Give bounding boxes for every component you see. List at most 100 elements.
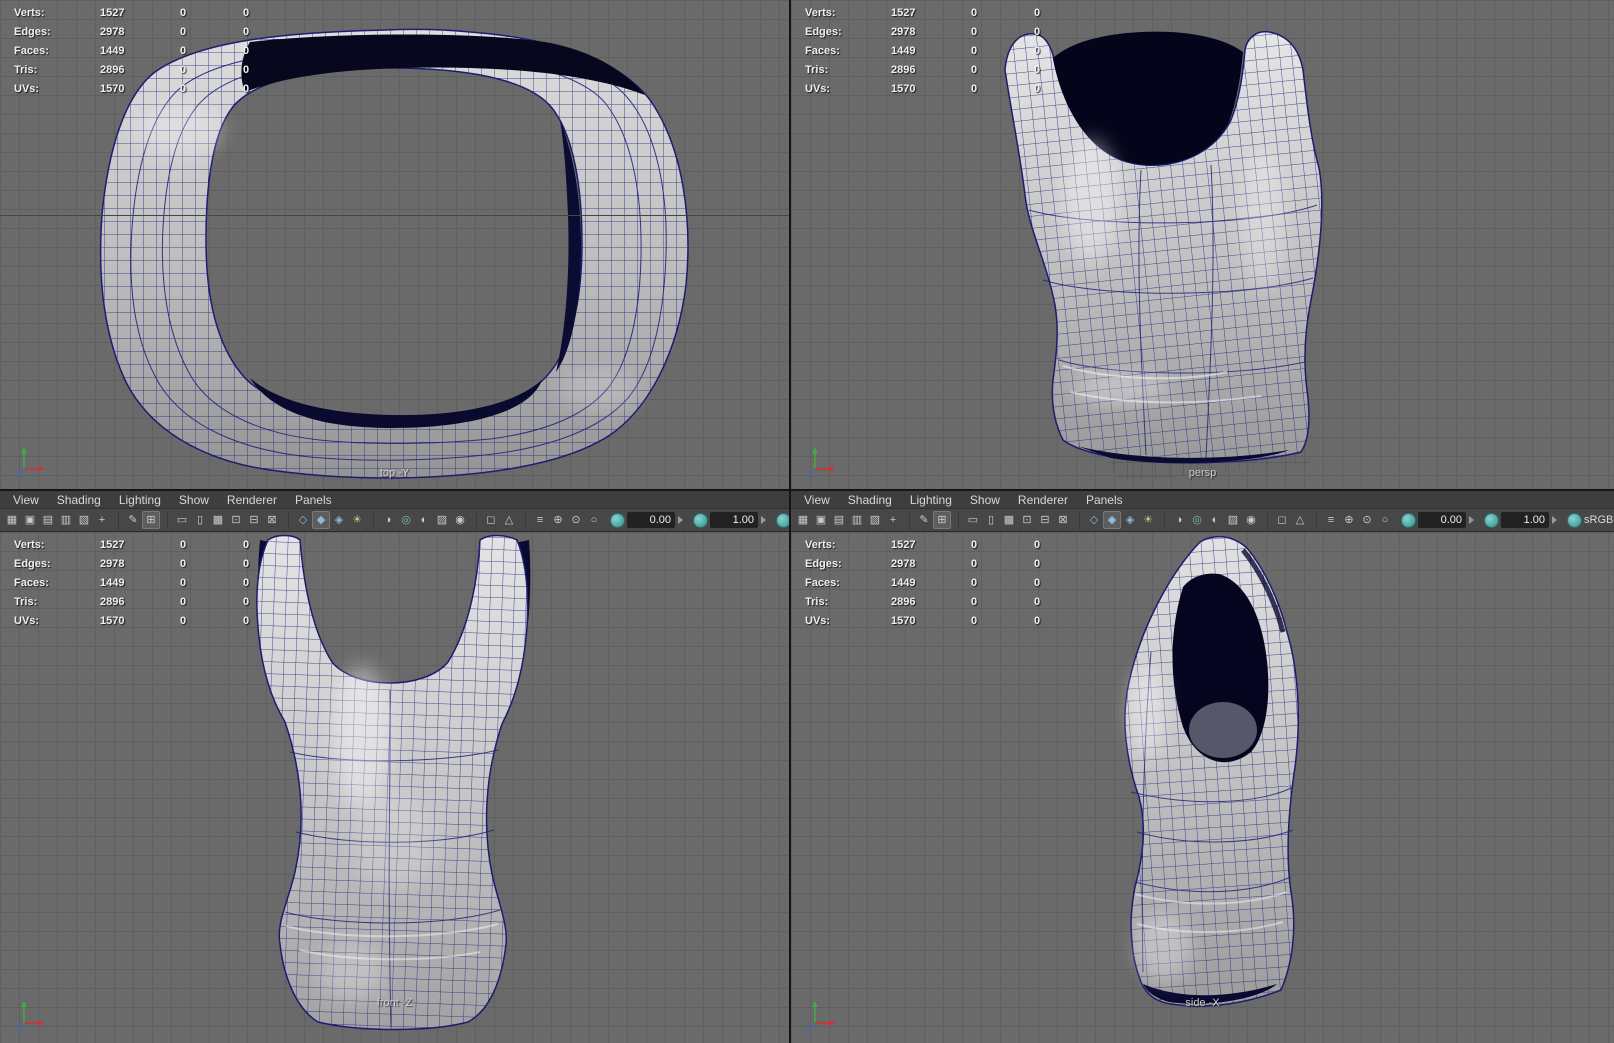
image-plane-icon[interactable]: ▧ xyxy=(75,511,93,529)
menu-item[interactable]: Renderer xyxy=(1009,492,1077,508)
exposure-stepper-icon[interactable] xyxy=(678,516,683,524)
select-camera-icon[interactable]: ▦ xyxy=(3,511,21,529)
view-transform-icon[interactable] xyxy=(777,513,789,527)
gamma-field[interactable]: 1.00 xyxy=(1501,512,1549,528)
film-gate-icon[interactable]: ▭ xyxy=(958,511,982,529)
isolate-select-icon[interactable]: ◻ xyxy=(476,511,500,529)
highlight-selection-icon[interactable]: ○ xyxy=(1376,511,1394,529)
menu-item[interactable]: Show xyxy=(170,492,218,508)
viewport-canvas-front[interactable]: Verts: 1527 0 0 Edges: 2978 0 0 Faces: 1… xyxy=(0,532,789,1043)
bookmarks-icon[interactable]: ▥ xyxy=(848,511,866,529)
resolution-gate-icon[interactable]: ▯ xyxy=(191,511,209,529)
viewport-canvas-top[interactable]: Verts: 1527 0 0 Edges: 2978 0 0 Faces: 1… xyxy=(0,0,789,489)
shaded-icon[interactable]: ◆ xyxy=(312,511,330,529)
exposure-icon[interactable] xyxy=(1402,513,1415,527)
safe-title-icon[interactable]: ⊠ xyxy=(263,511,281,529)
resolution-gate-icon[interactable]: ▯ xyxy=(982,511,1000,529)
bookmarks-icon[interactable]: ▥ xyxy=(57,511,75,529)
exposure-field[interactable]: 0.00 xyxy=(627,512,675,528)
hud-stat-component: 0 xyxy=(243,44,250,57)
motion-blur-icon[interactable]: ◐ xyxy=(1206,511,1224,529)
depth-of-field-icon[interactable]: ◉ xyxy=(1242,511,1260,529)
wireframe-icon[interactable]: ◇ xyxy=(1079,511,1103,529)
hud-stat-label: Verts: xyxy=(805,6,836,19)
exposure-field[interactable]: 0.00 xyxy=(1418,512,1466,528)
hud-stat-label: UVs: xyxy=(805,614,831,627)
x-ray-icon[interactable]: △ xyxy=(1291,511,1309,529)
image-plane-icon[interactable]: ▧ xyxy=(866,511,884,529)
menu-item[interactable]: Renderer xyxy=(218,492,286,508)
highlight-selection-icon[interactable]: ○ xyxy=(585,511,603,529)
menu-item[interactable]: Shading xyxy=(48,492,110,508)
lock-camera-icon[interactable]: ▣ xyxy=(21,511,39,529)
isolate-select-icon[interactable]: ◻ xyxy=(1267,511,1291,529)
frame-selection-icon[interactable]: ⊙ xyxy=(567,511,585,529)
gamma-stepper-icon[interactable] xyxy=(1552,516,1557,524)
gamma-stepper-icon[interactable] xyxy=(761,516,766,524)
hud-stat-total: 1527 xyxy=(891,538,916,551)
grid-icon[interactable]: ⊞ xyxy=(142,511,160,529)
hud-stat-selected: 0 xyxy=(971,538,978,551)
hud-row: Tris: 2896 0 0 xyxy=(805,592,1074,611)
menu-item[interactable]: Lighting xyxy=(901,492,961,508)
viewport-side[interactable]: View Shading Lighting Show Renderer Panels ▦ ▣… xyxy=(791,491,1614,1043)
textured-icon[interactable]: ◈ xyxy=(330,511,348,529)
camera-attributes-icon[interactable]: ▤ xyxy=(830,511,848,529)
lock-camera-icon[interactable]: ▣ xyxy=(812,511,830,529)
menu-item[interactable]: View xyxy=(4,492,48,508)
multisample-aa-icon[interactable]: ▨ xyxy=(1224,511,1242,529)
safe-action-icon[interactable]: ⊟ xyxy=(1036,511,1054,529)
wireframe-icon[interactable]: ◇ xyxy=(288,511,312,529)
viewport-canvas-persp[interactable]: Verts: 1527 0 0 Edges: 2978 0 0 Faces: 1… xyxy=(791,0,1614,489)
hud-stat-component: 0 xyxy=(243,6,250,19)
grease-pencil-icon[interactable]: ✎ xyxy=(909,511,933,529)
two-d-pan-zoom-icon[interactable]: + xyxy=(93,511,111,529)
menu-item[interactable]: Panels xyxy=(1077,492,1132,508)
safe-action-icon[interactable]: ⊟ xyxy=(245,511,263,529)
use-all-lights-icon[interactable]: ☀ xyxy=(348,511,366,529)
ambient-occlusion-icon[interactable]: ◎ xyxy=(397,511,415,529)
grid-icon[interactable]: ⊞ xyxy=(933,511,951,529)
exposure-stepper-icon[interactable] xyxy=(1469,516,1474,524)
menu-item[interactable]: View xyxy=(795,492,839,508)
shadows-icon[interactable]: ◑ xyxy=(1164,511,1188,529)
menu-item[interactable]: Lighting xyxy=(110,492,170,508)
frame-all-icon[interactable]: ⊕ xyxy=(549,511,567,529)
ambient-occlusion-icon[interactable]: ◎ xyxy=(1188,511,1206,529)
viewport-top[interactable]: Verts: 1527 0 0 Edges: 2978 0 0 Faces: 1… xyxy=(0,0,789,489)
film-gate-icon[interactable]: ▭ xyxy=(167,511,191,529)
frame-all-icon[interactable]: ⊕ xyxy=(1340,511,1358,529)
view-transform-icon[interactable] xyxy=(1568,513,1581,527)
object-details-icon[interactable]: ≡ xyxy=(525,511,549,529)
menu-item[interactable]: Panels xyxy=(286,492,341,508)
two-d-pan-zoom-icon[interactable]: + xyxy=(884,511,902,529)
shaded-icon[interactable]: ◆ xyxy=(1103,511,1121,529)
view-transform-select[interactable]: sRGB g xyxy=(1584,514,1614,526)
safe-title-icon[interactable]: ⊠ xyxy=(1054,511,1072,529)
menu-item[interactable]: Shading xyxy=(839,492,901,508)
select-camera-icon[interactable]: ▦ xyxy=(794,511,812,529)
field-chart-icon[interactable]: ⊡ xyxy=(227,511,245,529)
viewport-canvas-side[interactable]: Verts: 1527 0 0 Edges: 2978 0 0 Faces: 1… xyxy=(791,532,1614,1043)
viewport-persp[interactable]: Verts: 1527 0 0 Edges: 2978 0 0 Faces: 1… xyxy=(791,0,1614,489)
gamma-field[interactable]: 1.00 xyxy=(710,512,758,528)
gate-mask-icon[interactable]: ▩ xyxy=(209,511,227,529)
field-chart-icon[interactable]: ⊡ xyxy=(1018,511,1036,529)
use-all-lights-icon[interactable]: ☀ xyxy=(1139,511,1157,529)
x-ray-icon[interactable]: △ xyxy=(500,511,518,529)
menu-item[interactable]: Show xyxy=(961,492,1009,508)
camera-attributes-icon[interactable]: ▤ xyxy=(39,511,57,529)
multisample-aa-icon[interactable]: ▨ xyxy=(433,511,451,529)
depth-of-field-icon[interactable]: ◉ xyxy=(451,511,469,529)
viewport-front[interactable]: View Shading Lighting Show Renderer Panels ▦ ▣… xyxy=(0,491,789,1043)
textured-icon[interactable]: ◈ xyxy=(1121,511,1139,529)
gamma-icon[interactable] xyxy=(1485,513,1498,527)
motion-blur-icon[interactable]: ◐ xyxy=(415,511,433,529)
grease-pencil-icon[interactable]: ✎ xyxy=(118,511,142,529)
frame-selection-icon[interactable]: ⊙ xyxy=(1358,511,1376,529)
exposure-icon[interactable] xyxy=(611,513,624,527)
object-details-icon[interactable]: ≡ xyxy=(1316,511,1340,529)
shadows-icon[interactable]: ◑ xyxy=(373,511,397,529)
gamma-icon[interactable] xyxy=(694,513,707,527)
gate-mask-icon[interactable]: ▩ xyxy=(1000,511,1018,529)
